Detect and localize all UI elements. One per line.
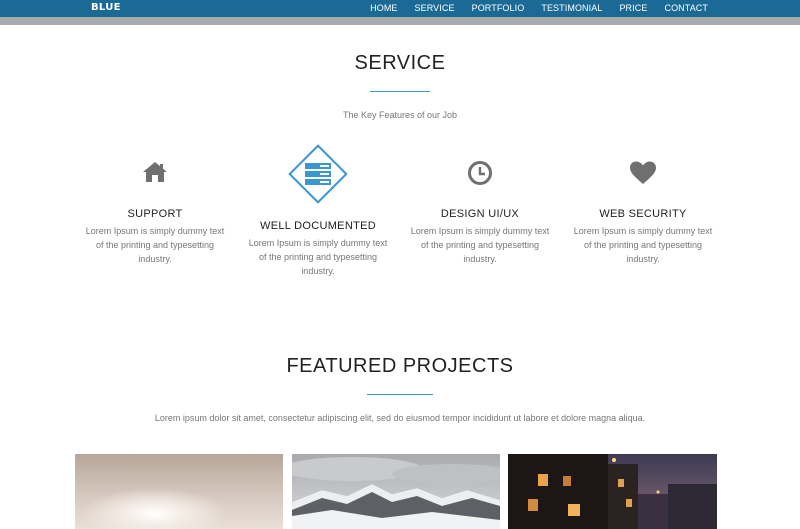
text-line: Lorem Ipsum is simply dummy text: [410, 226, 550, 236]
text-line: of the printing and typesetting: [420, 240, 540, 250]
service-title: SERVICE: [354, 52, 446, 74]
nav-home[interactable]: HOME: [370, 3, 397, 13]
service-subtitle: The Key Features of our Job: [342, 110, 458, 120]
text-line: industry.: [301, 266, 335, 276]
top-navbar: BLUE HOME SERVICE PORTFOLIO TESTIMONIAL …: [0, 0, 800, 17]
service-title-well-documented: WELL DOCUMENTED: [260, 220, 376, 232]
service-text-design: Lorem Ipsum is simply dummy text of the …: [405, 224, 555, 266]
nav-portfolio[interactable]: PORTFOLIO: [472, 3, 525, 13]
service-text-web-security: Lorem Ipsum is simply dummy text of the …: [568, 224, 718, 266]
text-line: Lorem Ipsum is simply dummy text: [573, 226, 713, 236]
service-text-well-documented: Lorem Ipsum is simply dummy text of the …: [243, 236, 393, 278]
text-line: industry.: [138, 254, 172, 264]
mountains-image: [292, 454, 500, 529]
main-nav: HOME SERVICE PORTFOLIO TESTIMONIAL PRICE…: [353, 3, 708, 13]
server-icon: [288, 144, 348, 204]
projects-title: FEATURED PROJECTS: [286, 355, 514, 377]
projects-subtitle: Lorem ipsum dolor sit amet, consectetur …: [154, 413, 646, 423]
home-icon: [143, 162, 167, 182]
project-image-sunset[interactable]: [75, 454, 283, 529]
sunset-image: [75, 454, 283, 529]
nav-price[interactable]: PRICE: [619, 3, 647, 13]
project-image-street[interactable]: [508, 454, 717, 529]
service-title-web-security: WEB SECURITY: [599, 208, 687, 220]
service-title-design: DESIGN UI/UX: [440, 208, 520, 220]
nav-contact[interactable]: CONTACT: [664, 3, 708, 13]
text-line: industry.: [626, 254, 660, 264]
service-item-web-security: WEB SECURITY Lorem Ipsum is simply dummy…: [568, 160, 718, 266]
projects-title-underline: [367, 394, 433, 395]
navbar-shadow-strip: [0, 17, 800, 25]
text-line: Lorem Ipsum is simply dummy text: [248, 238, 388, 248]
service-text-support: Lorem Ipsum is simply dummy text of the …: [80, 224, 230, 266]
text-line: of the printing and typesetting: [583, 240, 703, 250]
service-title-underline: [370, 91, 430, 92]
clock-icon: [468, 161, 492, 185]
street-image: [508, 454, 717, 529]
text-line: of the printing and typesetting: [258, 252, 378, 262]
heart-icon: [630, 161, 656, 184]
service-item-design: DESIGN UI/UX Lorem Ipsum is simply dummy…: [405, 160, 555, 266]
text-line: industry.: [463, 254, 497, 264]
text-line: of the printing and typesetting: [95, 240, 215, 250]
service-item-support: SUPPORT Lorem Ipsum is simply dummy text…: [80, 160, 230, 266]
service-item-well-documented: WELL DOCUMENTED Lorem Ipsum is simply du…: [243, 140, 393, 278]
project-image-mountains[interactable]: [292, 454, 500, 529]
nav-service[interactable]: SERVICE: [415, 3, 455, 13]
brand-logo[interactable]: BLUE: [91, 2, 121, 13]
service-title-support: SUPPORT: [127, 208, 183, 220]
text-line: Lorem Ipsum is simply dummy text: [85, 226, 225, 236]
nav-testimonial[interactable]: TESTIMONIAL: [541, 3, 602, 13]
